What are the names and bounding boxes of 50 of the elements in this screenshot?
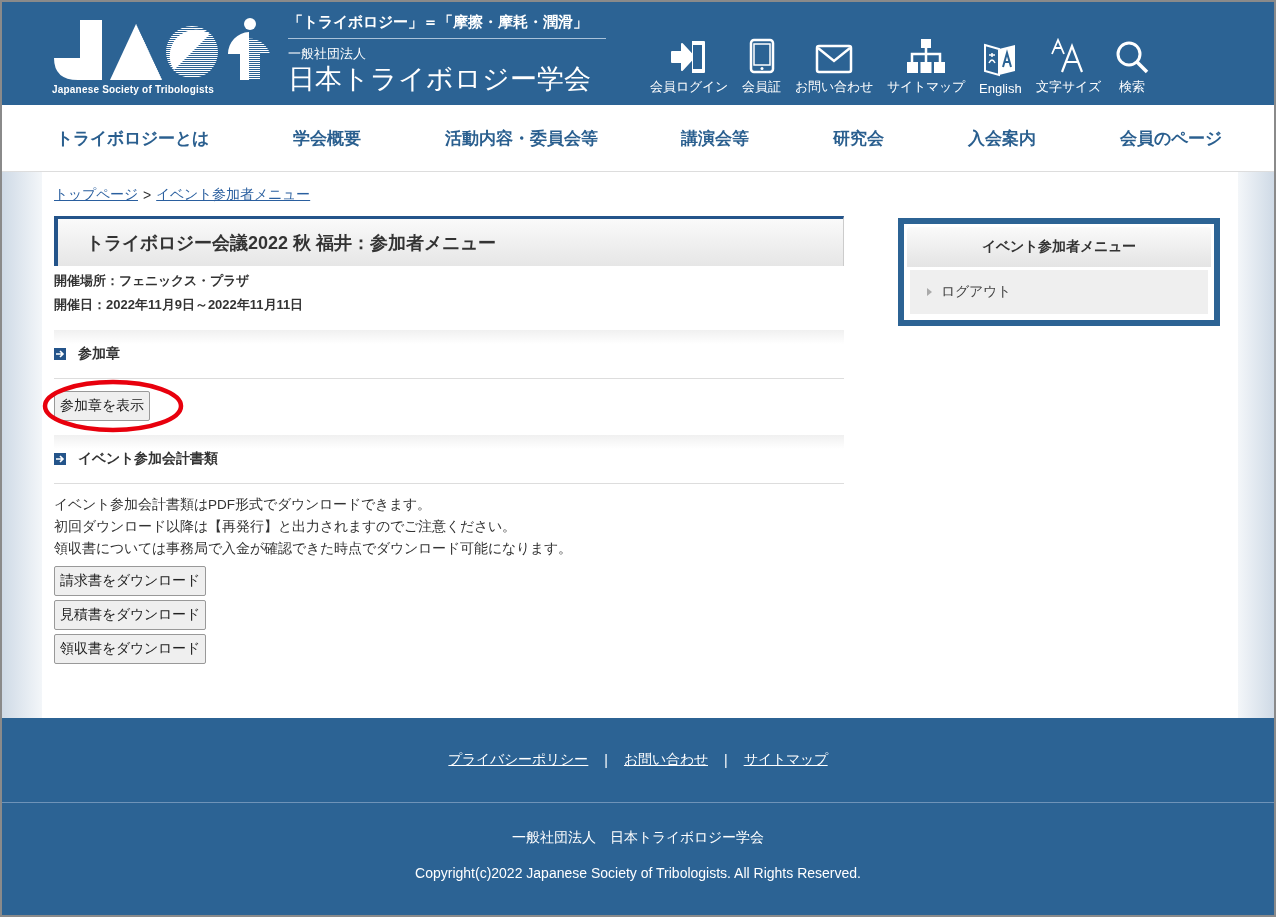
section-title: 参加章 (78, 345, 120, 363)
arrow-icon (54, 453, 66, 465)
nav-link[interactable]: 入会案内 (968, 126, 1037, 150)
nav-link[interactable]: 活動内容・委員会等 (444, 126, 598, 150)
copyright-text: Copyright(c)2022 Japanese Society of Tribologists. All Rights Reserved. (415, 865, 861, 881)
nav-link[interactable]: 学会概要 (292, 126, 361, 150)
page-title: トライボロジー会議2022 秋 福井：参加者メニュー (54, 216, 844, 266)
footer-link[interactable]: お問い合わせ (624, 751, 708, 769)
action-button[interactable]: 見積書をダウンロード (54, 600, 206, 630)
action-button[interactable]: 領収書をダウンロード (54, 634, 206, 664)
enter-arrow-icon (670, 39, 708, 74)
link-separator: | (724, 752, 728, 768)
link-separator: | (604, 752, 608, 768)
footer-org: 一般社団法人 日本トライボロジー学会 (512, 829, 764, 847)
mail-link[interactable]: お問い合わせ (795, 43, 873, 96)
nav-link[interactable]: 講演会等 (681, 126, 750, 150)
info-text: 領収書については事務局で入金が確認できた時点でダウンロード可能になります。 (54, 540, 573, 558)
breadcrumb-separator: > (143, 187, 152, 203)
search-link[interactable]: 検索 (1114, 39, 1149, 96)
search-icon (1114, 39, 1149, 74)
info-text: イベント参加会計書類はPDF形式でダウンロードできます。 (54, 496, 432, 514)
nav-link[interactable]: 研究会 (833, 126, 885, 150)
fontsize-link[interactable]: 文字サイズ (1035, 37, 1101, 96)
nav-link[interactable]: 会員のページ (1119, 126, 1222, 150)
arrow-icon (54, 348, 66, 360)
footer-link[interactable]: プライバシーポリシー (448, 751, 589, 769)
phone-icon (748, 37, 775, 74)
sitemap-link[interactable]: サイトマップ (887, 37, 965, 96)
logo-caption: Japanese Society of Tribologists (52, 84, 214, 95)
breadcrumb-link[interactable]: イベント参加者メニュー (156, 186, 311, 204)
sidebar-link[interactable]: ログアウト (910, 270, 1208, 314)
venue-text: 開催場所：フェニックス・プラザ (54, 272, 250, 290)
action-button[interactable]: 請求書をダウンロード (54, 566, 206, 596)
card-link[interactable]: 会員証 (742, 37, 781, 96)
breadcrumb-link[interactable]: トップページ (54, 186, 138, 204)
site-title: 日本トライボロジー学会 (288, 62, 592, 95)
login-link[interactable]: 会員ログイン (650, 39, 728, 96)
caret-icon (927, 288, 932, 296)
nav-link[interactable]: トライボロジーとは (56, 126, 209, 150)
mail-icon (815, 43, 853, 74)
org-type: 一般社団法人 (288, 44, 367, 63)
sitemap-icon (906, 37, 946, 74)
footer-link[interactable]: サイトマップ (743, 751, 828, 769)
section-title: イベント参加会計書類 (78, 450, 218, 468)
tagline: 「トライボロジー」＝「摩擦・摩耗・潤滑」 (288, 12, 606, 39)
language-link[interactable]: English (979, 40, 1022, 96)
info-text: 初回ダウンロード以降は【再発行】と出力されますのでご注意ください。 (54, 518, 517, 536)
sidebar-title: イベント参加者メニュー (907, 227, 1211, 267)
date-text: 開催日：2022年11月9日～2022年11月11日 (54, 296, 305, 314)
action-button[interactable]: 参加章を表示 (54, 391, 150, 421)
